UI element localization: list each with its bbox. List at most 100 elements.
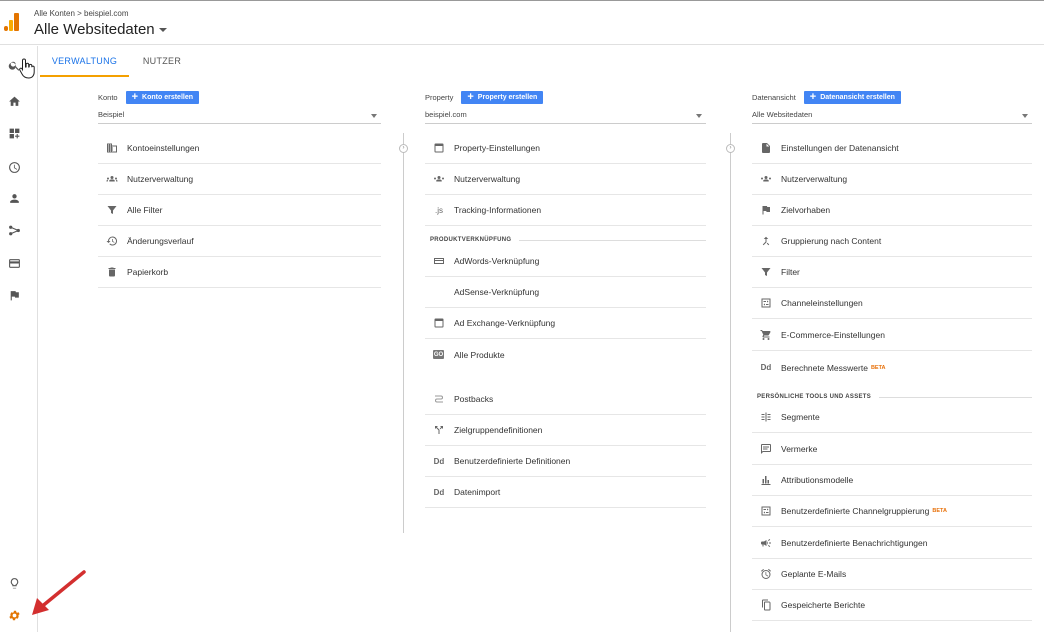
account-item-papierkorb[interactable]: Papierkorb: [98, 257, 381, 288]
section-heading-persoenliche-tools: PERSÖNLICHE TOOLS UND ASSETS: [757, 394, 1032, 400]
link-arrow-icon: ›: [399, 144, 408, 153]
item-label: Gespeicherte Berichte: [781, 600, 866, 610]
property-selector[interactable]: beispiel.com: [425, 110, 706, 124]
item-label: Gruppierung nach Content: [781, 236, 882, 246]
item-label: Geplante E-Mails: [781, 569, 847, 579]
account-column-header: Konto + Konto erstellen: [98, 90, 199, 104]
view-item-vermerke[interactable]: Vermerke: [752, 434, 1032, 465]
channel-icon: [758, 297, 774, 309]
item-label: Alle Produkte: [454, 349, 505, 360]
item-label: Benutzerdefinierte Channelgruppierung: [781, 506, 930, 516]
home-icon[interactable]: [7, 94, 21, 108]
property-item-einstellungen[interactable]: Property-Einstellungen: [425, 133, 706, 164]
item-label: Papierkorb: [127, 267, 169, 277]
account-item-alle-filter[interactable]: Alle Filter: [98, 195, 381, 226]
breadcrumb[interactable]: Alle Konten > beispiel.com: [34, 9, 129, 18]
view-item-ecommerce[interactable]: E-Commerce-Einstellungen: [752, 320, 1032, 351]
account-label: Konto: [98, 92, 118, 102]
flag-icon[interactable]: [7, 288, 21, 302]
beta-badge: BETA: [870, 364, 886, 371]
create-view-button[interactable]: + Datenansicht erstellen: [803, 90, 901, 104]
section-label: PRODUKTVERKNÜPFUNG: [430, 237, 512, 243]
view-item-gruppierung[interactable]: Gruppierung nach Content: [752, 226, 1032, 257]
gear-icon[interactable]: [7, 608, 21, 622]
view-item-einstellungen[interactable]: Einstellungen der Datenansicht: [752, 133, 1032, 164]
js-icon: .js: [435, 205, 443, 215]
adwords-icon: [431, 255, 447, 267]
property-label: Property: [425, 92, 454, 102]
comment-icon: [758, 443, 774, 455]
analytics-logo-icon[interactable]: [4, 13, 20, 31]
account-item-kontoeinstellungen[interactable]: Kontoeinstellungen: [98, 133, 381, 164]
tab-verwaltung[interactable]: VERWALTUNG: [40, 46, 129, 77]
dashboard-customize-icon[interactable]: [7, 126, 21, 140]
adsense-icon: [431, 286, 447, 298]
item-label: Nutzerverwaltung: [127, 174, 194, 184]
property-item-custom-definitions[interactable]: Dd Benutzerdefinierte Definitionen: [425, 446, 706, 477]
view-item-custom-alerts[interactable]: Benutzerdefinierte Benachrichtigungen: [752, 528, 1032, 559]
create-view-label: Datenansicht erstellen: [820, 93, 895, 101]
account-item-nutzerverwaltung[interactable]: Nutzerverwaltung: [98, 164, 381, 195]
filter-icon: [104, 204, 120, 216]
view-item-custom-channel-grouping[interactable]: Benutzerdefinierte Channelgruppierung BET…: [752, 496, 1032, 527]
property-item-postbacks[interactable]: Postbacks: [425, 384, 706, 415]
view-item-segmente[interactable]: Segmente: [752, 402, 1032, 433]
go-icon: GO: [433, 350, 444, 359]
item-label: Segmente: [781, 412, 820, 422]
view-item-channeleinstellungen[interactable]: Channeleinstellungen: [752, 288, 1032, 319]
dd-icon: Dd: [433, 487, 445, 497]
clock-icon[interactable]: [7, 160, 21, 174]
history-icon: [104, 235, 120, 247]
tab-nutzer[interactable]: NUTZER: [134, 46, 190, 77]
view-item-attributionsmodelle[interactable]: Attributionsmodelle: [752, 465, 1032, 496]
window-icon: [431, 142, 447, 154]
dropdown-arrow-icon: [696, 114, 702, 118]
account-selector[interactable]: Beispiel: [98, 110, 381, 124]
header: Alle Konten > beispiel.com Alle Websited…: [0, 1, 1044, 45]
item-label: AdWords-Verknüpfung: [454, 256, 540, 266]
building-icon: [104, 142, 120, 154]
view-item-gespeicherte-berichte[interactable]: Gespeicherte Berichte: [752, 590, 1032, 621]
create-property-button[interactable]: + Property erstellen: [461, 90, 544, 104]
property-item-zielgruppen[interactable]: Zielgruppendefinitionen: [425, 415, 706, 446]
flag-icon: [758, 204, 774, 216]
property-item-tracking[interactable]: .js Tracking-Informationen: [425, 195, 706, 226]
item-label: Property-Einstellungen: [454, 143, 540, 153]
view-label: Datenansicht: [752, 92, 796, 102]
create-account-button[interactable]: + Konto erstellen: [125, 90, 199, 104]
person-icon[interactable]: [7, 191, 21, 205]
channel-icon: [758, 505, 774, 517]
item-label: E-Commerce-Einstellungen: [781, 330, 885, 340]
property-item-nutzerverwaltung[interactable]: Nutzerverwaltung: [425, 164, 706, 195]
plus-icon: +: [467, 90, 474, 103]
property-item-adsense[interactable]: AdSense-Verknüpfung: [425, 277, 706, 308]
property-item-adwords[interactable]: AdWords-Verknüpfung: [425, 246, 706, 277]
beta-badge: BETA: [932, 508, 947, 514]
item-label: Nutzerverwaltung: [781, 174, 848, 184]
column-divider: [403, 133, 404, 533]
item-label: Kontoeinstellungen: [127, 143, 200, 153]
view-selector[interactable]: Alle Websitedaten: [34, 21, 167, 38]
item-label: AdSense-Verknüpfung: [454, 287, 540, 297]
view-item-filter[interactable]: Filter: [752, 257, 1032, 288]
megaphone-icon: [758, 537, 774, 549]
document-icon: [758, 142, 774, 154]
filter-icon: [758, 266, 774, 278]
share-icon[interactable]: [7, 223, 21, 237]
lightbulb-icon[interactable]: [7, 576, 21, 590]
view-item-geplante-emails[interactable]: Geplante E-Mails: [752, 559, 1032, 590]
view-item-nutzerverwaltung[interactable]: Nutzerverwaltung: [752, 164, 1032, 195]
plus-icon: +: [809, 90, 817, 103]
property-item-alle-produkte[interactable]: GO Alle Produkte: [425, 339, 706, 370]
trash-icon: [104, 266, 120, 278]
view-item-zielvorhaben[interactable]: Zielvorhaben: [752, 195, 1032, 226]
view-selector-label: Alle Websitedaten: [34, 21, 155, 38]
property-item-adexchange[interactable]: Ad Exchange-Verknüpfung: [425, 308, 706, 339]
annotation-arrow-icon: [32, 570, 86, 615]
property-item-datenimport[interactable]: Dd Datenimport: [425, 477, 706, 508]
account-item-aenderungsverlauf[interactable]: Änderungsverlauf: [98, 226, 381, 257]
item-label: Ad Exchange-Verknüpfung: [454, 318, 556, 328]
card-icon[interactable]: [7, 256, 21, 270]
view-selector[interactable]: Alle Websitedaten: [752, 110, 1032, 124]
view-item-berechnete-messwerte[interactable]: Dd Berechnete Messwerte BETA: [752, 352, 1032, 383]
